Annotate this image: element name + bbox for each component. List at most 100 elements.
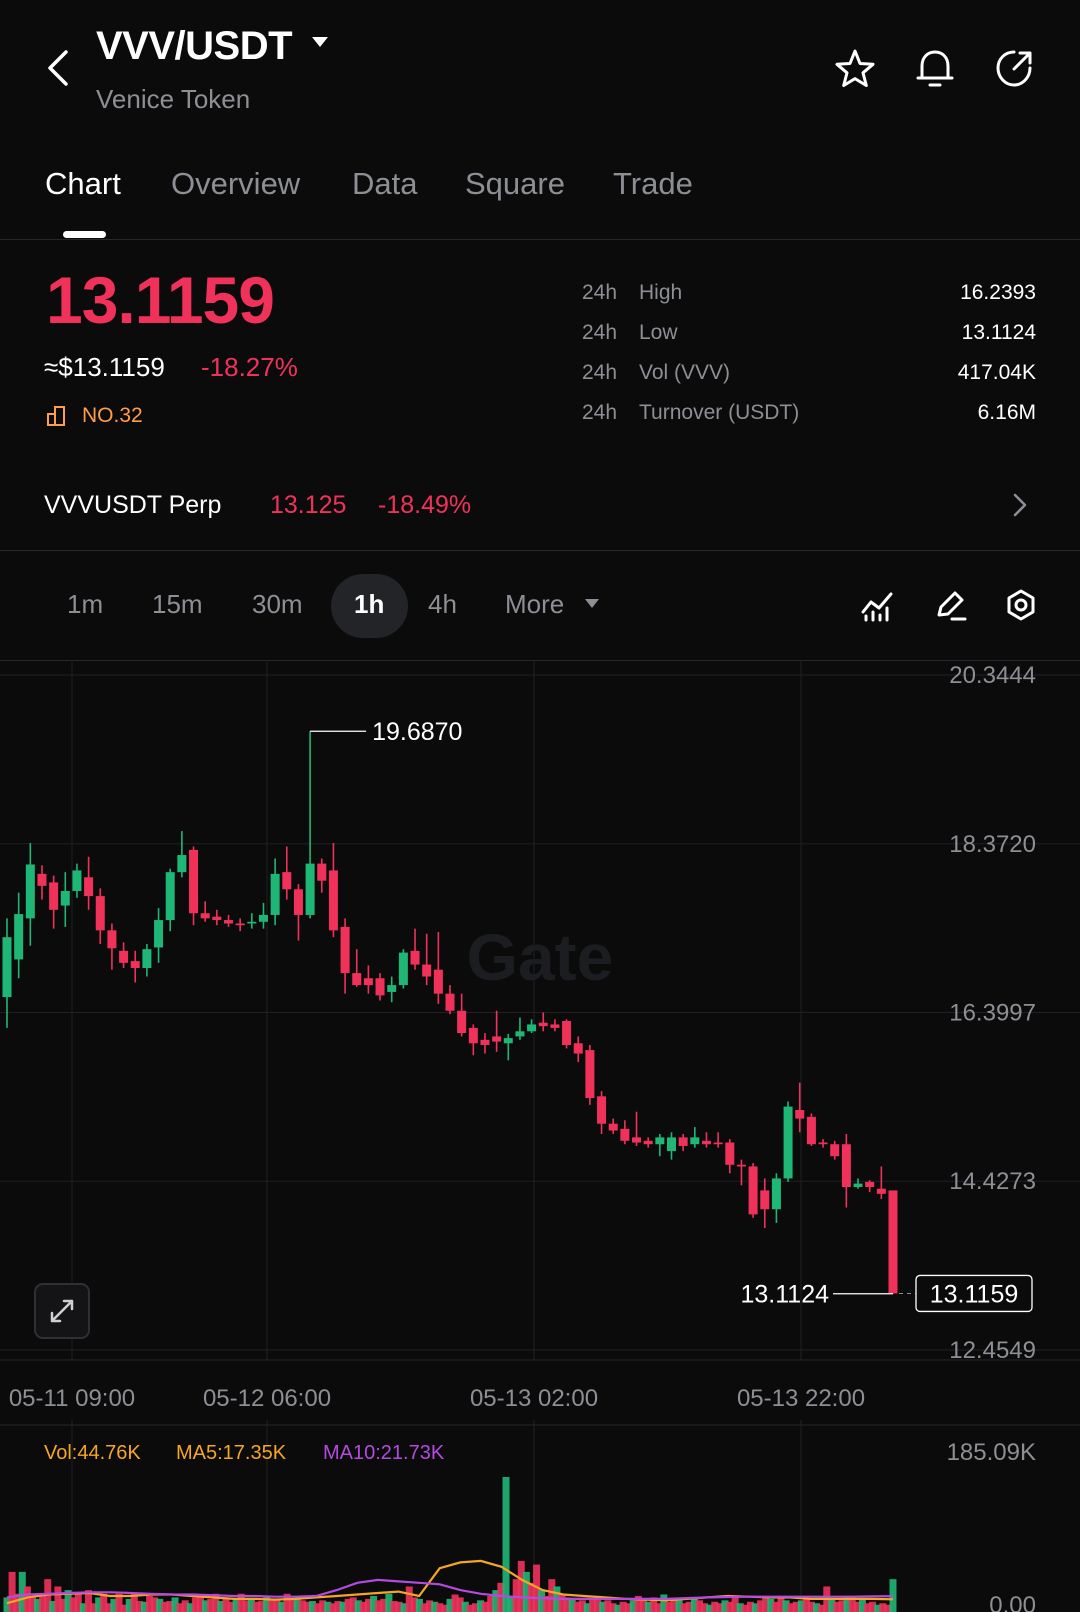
candle: [771, 1178, 781, 1210]
candle: [107, 930, 117, 949]
stat-period: 24h: [582, 401, 618, 424]
candle: [60, 890, 70, 906]
stat-period: 24h: [582, 321, 618, 344]
settings-icon[interactable]: [1004, 588, 1038, 622]
candle: [270, 873, 280, 915]
tab-chart[interactable]: Chart: [45, 166, 121, 202]
tab-square[interactable]: Square: [465, 166, 565, 202]
expand-icon: [50, 1299, 74, 1323]
candle: [888, 1190, 898, 1294]
candle: [258, 914, 268, 922]
caret-down-icon[interactable]: [311, 36, 329, 48]
candle: [154, 920, 164, 948]
y-axis-label: 20.3444: [949, 662, 1036, 689]
candle: [830, 1144, 840, 1157]
fullscreen-button[interactable]: [34, 1283, 90, 1339]
caret-down-icon[interactable]: [584, 598, 600, 609]
candle: [550, 1024, 560, 1028]
interval-1h[interactable]: 1h: [354, 589, 384, 620]
candle: [375, 978, 385, 996]
interval-15m[interactable]: 15m: [152, 589, 203, 620]
candle: [212, 916, 222, 921]
x-axis-label: 05-12 06:00: [203, 1385, 331, 1412]
usd-price: ≈$13.1159: [44, 352, 165, 382]
stat-value-turnover: 6.16M: [977, 401, 1036, 424]
candle: [457, 1010, 467, 1034]
candle: [72, 870, 82, 891]
candle: [736, 1164, 746, 1167]
candle: [678, 1137, 688, 1146]
candle: [527, 1024, 537, 1032]
candle: [701, 1140, 711, 1145]
candle: [340, 926, 350, 974]
bell-icon[interactable]: [914, 46, 956, 90]
candle: [876, 1188, 886, 1194]
stat-period: 24h: [582, 361, 618, 384]
perp-change: -18.49%: [378, 491, 472, 519]
x-axis-label: 05-13 22:00: [737, 1385, 865, 1412]
candle: [725, 1142, 735, 1165]
candle: [410, 950, 420, 965]
candle: [422, 964, 432, 977]
pair-title[interactable]: VVV/USDT: [96, 24, 293, 69]
candle: [760, 1190, 770, 1210]
candle: [25, 864, 35, 919]
candle: [795, 1110, 805, 1119]
tabs-divider: [0, 239, 1080, 240]
volume-legend-ma5: MA5:17.35K: [176, 1442, 287, 1464]
token-name: Venice Token: [96, 84, 251, 114]
candle: [95, 896, 105, 931]
volume-legend-vol: Vol:44.76K: [44, 1442, 141, 1464]
candle: [189, 849, 199, 914]
stat-label-high: High: [639, 281, 683, 304]
last-price: 13.1159: [46, 263, 275, 337]
candle: [562, 1021, 572, 1045]
candle: [37, 873, 47, 886]
perp-name[interactable]: VVVUSDT Perp: [44, 491, 221, 520]
chevron-right-icon[interactable]: [1012, 492, 1028, 518]
candle: [14, 914, 24, 960]
candle: [317, 863, 327, 881]
candle: [445, 993, 455, 1011]
candle: [165, 872, 175, 921]
candlestick-chart[interactable]: Gate 20.3444 18.3720 16.3997 14.4273 12.4549…: [0, 660, 1080, 1612]
candle: [667, 1137, 676, 1152]
interval-4h[interactable]: 4h: [428, 589, 457, 620]
candle: [177, 855, 187, 873]
candle: [585, 1050, 595, 1099]
draw-icon[interactable]: [934, 588, 968, 622]
gate-watermark: Gate: [467, 920, 614, 994]
volume-legend-ma10: MA10:21.73K: [323, 1442, 445, 1464]
stat-label-volume: Vol (VVV): [639, 361, 731, 384]
rank-badge[interactable]: NO.32: [82, 404, 143, 428]
candle: [643, 1140, 653, 1145]
indicators-icon[interactable]: [860, 590, 894, 622]
star-icon[interactable]: [834, 48, 876, 90]
candle: [503, 1038, 513, 1044]
candle: [468, 1027, 478, 1044]
candle: [492, 1036, 502, 1042]
x-axis-label: 05-13 02:00: [470, 1385, 598, 1412]
candle: [713, 1142, 723, 1145]
interval-1m[interactable]: 1m: [67, 589, 103, 620]
tab-overview[interactable]: Overview: [171, 166, 300, 202]
candle: [363, 978, 373, 986]
candle: [853, 1183, 863, 1188]
stat-period: 24h: [582, 281, 618, 304]
volume-bar: [502, 1477, 510, 1612]
candle: [247, 921, 257, 924]
y-axis-label: 16.3997: [949, 999, 1036, 1026]
candle: [818, 1142, 828, 1145]
candle: [84, 877, 94, 897]
share-icon[interactable]: [994, 48, 1036, 90]
interval-more[interactable]: More: [505, 589, 564, 620]
interval-30m[interactable]: 30m: [252, 589, 303, 620]
tab-data[interactable]: Data: [352, 166, 417, 202]
candle: [224, 920, 233, 924]
back-button[interactable]: [40, 48, 76, 88]
candle: [608, 1123, 618, 1131]
volume-axis-label: 185.09K: [947, 1439, 1036, 1466]
low-label: 13.1124: [740, 1281, 829, 1309]
tab-trade[interactable]: Trade: [613, 166, 693, 202]
candle: [142, 949, 152, 968]
